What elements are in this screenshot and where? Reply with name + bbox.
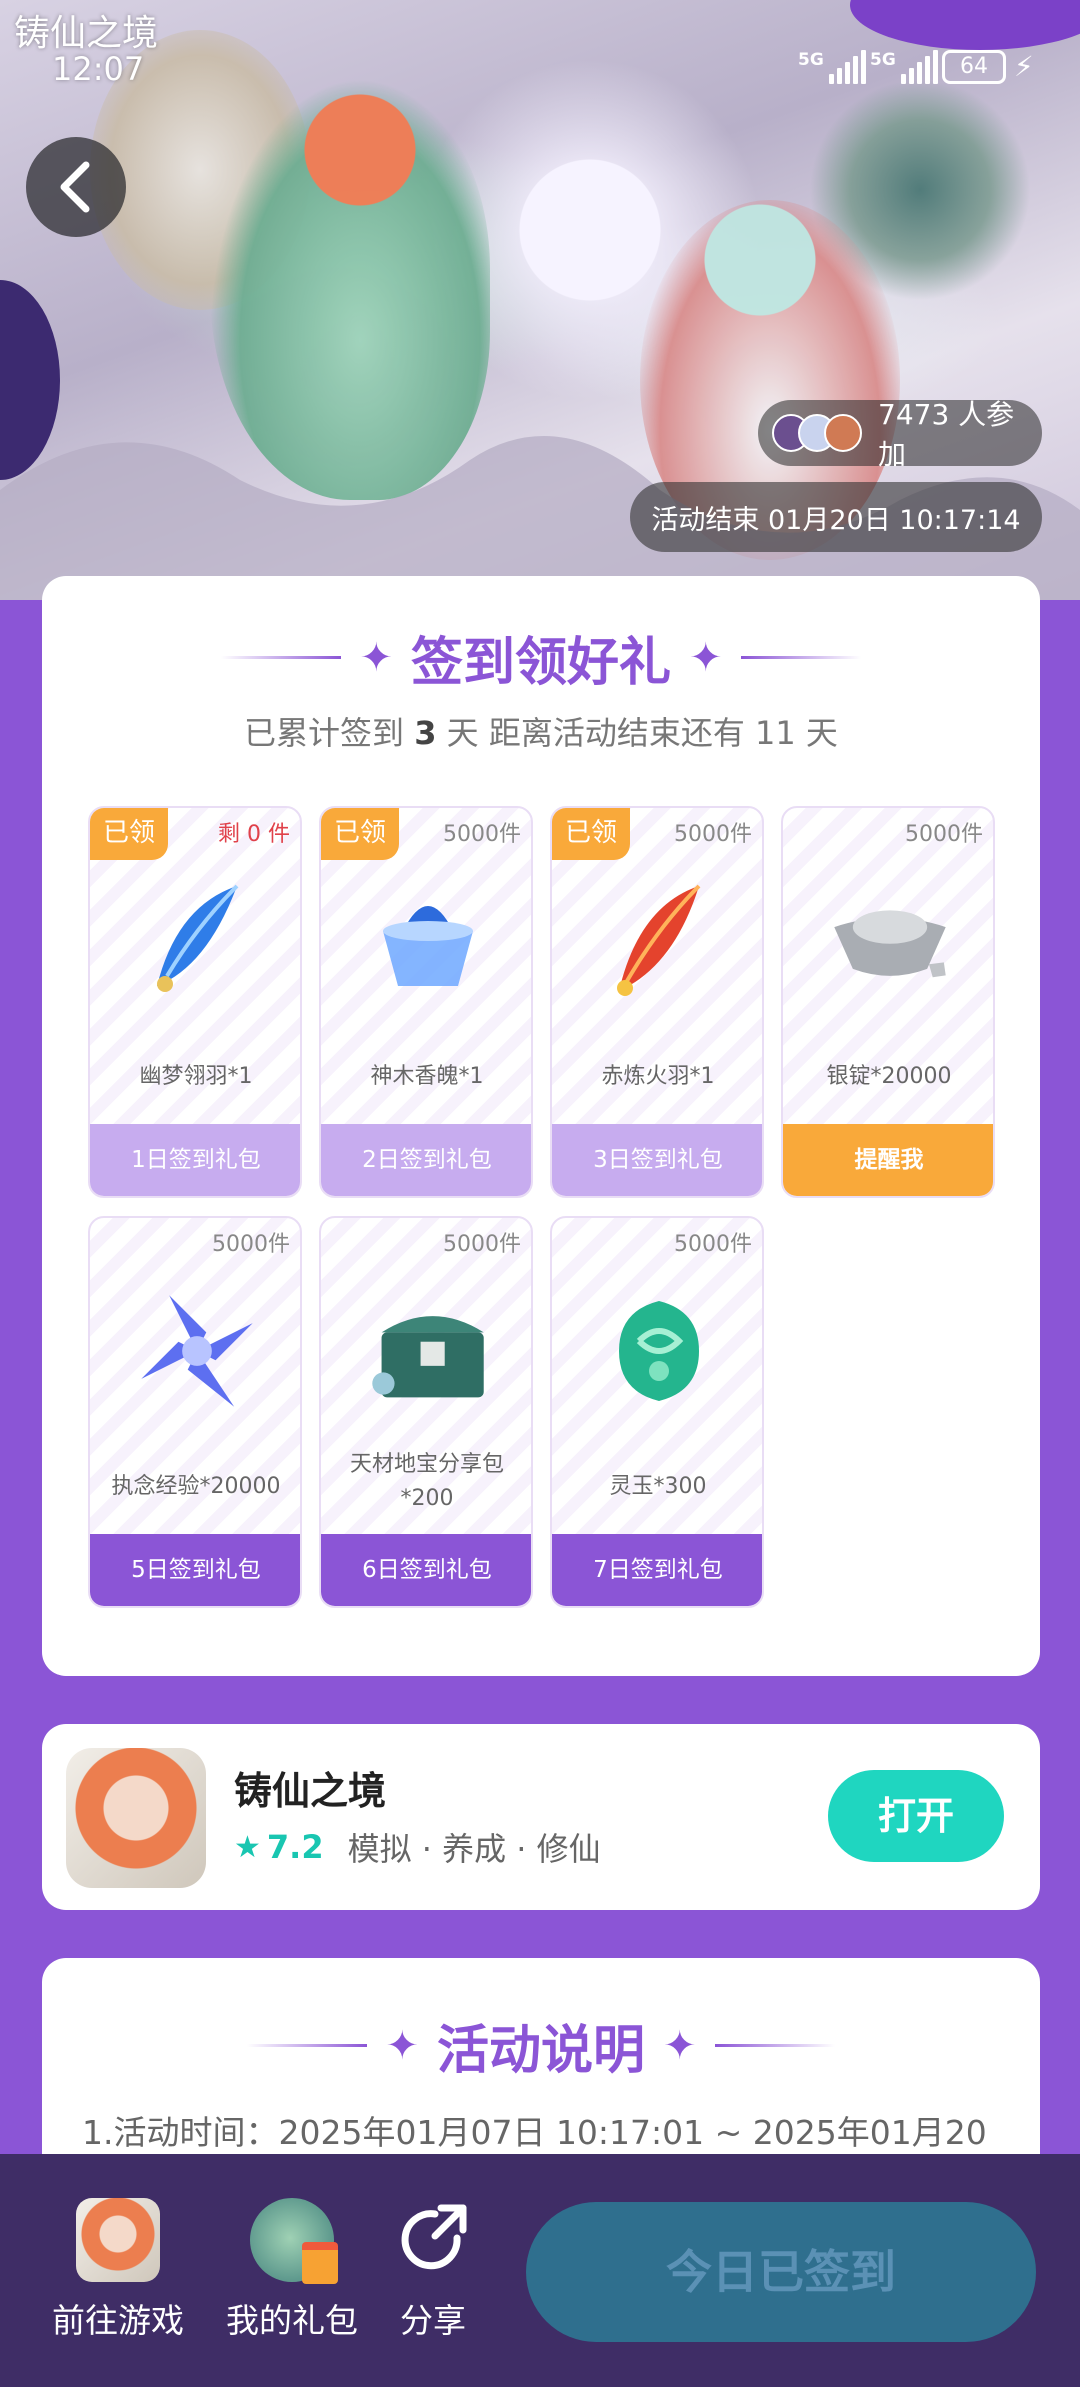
game-app-icon xyxy=(76,2198,160,2282)
gift-name: 幽梦翎羽*1 xyxy=(139,1064,253,1089)
checked-in-today-button[interactable]: 今日已签到 xyxy=(526,2202,1036,2342)
star-icon: ★ xyxy=(234,1829,261,1865)
gift-box-icon xyxy=(250,2198,338,2284)
charging-icon: ⚡ xyxy=(1014,50,1034,83)
silver-ingot-icon xyxy=(825,876,955,1006)
gift-status-button: 6日签到礼包 xyxy=(321,1534,531,1606)
gift-name: 神木香魄*1 xyxy=(370,1064,484,1089)
game-tags: 模拟 · 养成 · 修仙 xyxy=(347,1830,601,1868)
gift-stock: 5000件 xyxy=(443,822,521,847)
jade-cloud-icon xyxy=(594,1286,724,1416)
sparkle-icon: ✦ xyxy=(663,2022,697,2069)
gift-day-5[interactable]: 5000件 执念经验*20000 5日签到礼包 xyxy=(88,1216,302,1608)
gift-status-button: 7日签到礼包 xyxy=(552,1534,762,1606)
gift-day-6[interactable]: 5000件 天材地宝分享包 *200 6日签到礼包 xyxy=(319,1216,533,1608)
chevron-left-icon xyxy=(60,161,90,213)
game-rating: 7.2 xyxy=(266,1828,324,1866)
participants-pill: 7473 人参加 xyxy=(758,398,1042,471)
sparkle-icon: ✦ xyxy=(689,634,723,681)
open-game-button[interactable]: 打开 xyxy=(828,1770,1004,1862)
status-time: 12:07 xyxy=(52,50,145,88)
gift-day-3[interactable]: 已领 5000件 赤炼火羽*1 3日签到礼包 xyxy=(550,806,764,1198)
blue-feather-icon xyxy=(132,876,262,1006)
claimed-badge: 已领 xyxy=(552,808,630,860)
bottom-action-bar: 前往游戏 我的礼包 分享 今日已签到 xyxy=(0,2154,1080,2387)
rules-line-1: 1.活动时间：2025年01月07日 10:17:01 ~ 2025年01月20 xyxy=(82,2113,987,2152)
back-button[interactable] xyxy=(26,137,126,237)
gift-stock: 5000件 xyxy=(674,822,752,847)
share-button[interactable]: 分享 xyxy=(388,2198,478,2342)
share-icon xyxy=(391,2198,475,2282)
signal-icon-1: 5G xyxy=(798,50,866,84)
gift-name: 天材地宝分享包 *200 xyxy=(349,1452,504,1511)
treasure-chest-icon xyxy=(363,1286,493,1416)
sparkle-icon: ✦ xyxy=(385,2022,419,2069)
gift-stock: 5000件 xyxy=(905,822,983,847)
gift-day-7[interactable]: 5000件 灵玉*300 7日签到礼包 xyxy=(550,1216,764,1608)
blue-flower-icon xyxy=(132,1286,262,1416)
remind-me-button[interactable]: 提醒我 xyxy=(783,1124,993,1196)
gift-stock: 5000件 xyxy=(212,1232,290,1257)
signin-title: ✦ 签到领好礼 ✦ xyxy=(42,620,1040,695)
sparkle-icon: ✦ xyxy=(359,634,393,681)
participant-avatars xyxy=(772,414,862,452)
participants-count: 7473 人参加 xyxy=(878,398,1015,471)
gift-day-4[interactable]: 5000件 银锭*20000 提醒我 xyxy=(781,806,995,1198)
gift-name: 银锭*20000 xyxy=(826,1064,952,1089)
signal-icon-2: 5G xyxy=(870,50,938,84)
gift-status-button: 5日签到礼包 xyxy=(90,1534,300,1606)
goto-game-button[interactable]: 前往游戏 xyxy=(44,2198,192,2342)
gift-day-2[interactable]: 已领 5000件 神木香魄*1 2日签到礼包 xyxy=(319,806,533,1198)
rules-title: ✦ 活动说明 ✦ xyxy=(42,2008,1040,2083)
claimed-badge: 已领 xyxy=(321,808,399,860)
gift-stock: 5000件 xyxy=(674,1232,752,1257)
gift-stock: 剩 0 件 xyxy=(218,822,290,847)
signin-progress: 已累计签到 3 天 距离活动结束还有 11 天 xyxy=(244,714,838,752)
gift-stock: 5000件 xyxy=(443,1232,521,1257)
battery-icon: 64 xyxy=(942,50,1006,84)
game-name: 铸仙之境 xyxy=(234,1769,387,1813)
game-logo: 铸仙之境 xyxy=(14,13,159,54)
crystal-bowl-icon xyxy=(363,876,493,1006)
game-app-icon xyxy=(66,1748,206,1888)
gift-status-button: 2日签到礼包 xyxy=(321,1124,531,1196)
my-gifts-button[interactable]: 我的礼包 xyxy=(218,2198,366,2342)
activity-end-time: 活动结束 01月20日 10:17:14 xyxy=(630,482,1042,552)
signin-card: ✦ 签到领好礼 ✦ 已累计签到 3 天 距离活动结束还有 11 天 已领 剩 0… xyxy=(42,576,1040,1676)
gift-day-1[interactable]: 已领 剩 0 件 幽梦翎羽*1 1日签到礼包 xyxy=(88,806,302,1198)
gift-name: 灵玉*300 xyxy=(609,1474,707,1499)
gift-name: 赤炼火羽*1 xyxy=(601,1064,715,1089)
game-meta: ★ 7.2 模拟 · 养成 · 修仙 xyxy=(234,1824,601,1870)
status-bar: 铸仙之境 12:07 5G 5G 64 ⚡ xyxy=(0,0,1080,120)
game-info-card[interactable]: 铸仙之境 ★ 7.2 模拟 · 养成 · 修仙 打开 xyxy=(42,1724,1040,1910)
claimed-badge: 已领 xyxy=(90,808,168,860)
gift-status-button: 1日签到礼包 xyxy=(90,1124,300,1196)
gift-status-button: 3日签到礼包 xyxy=(552,1124,762,1196)
red-feather-icon xyxy=(594,876,724,1006)
gift-name: 执念经验*20000 xyxy=(111,1474,281,1499)
